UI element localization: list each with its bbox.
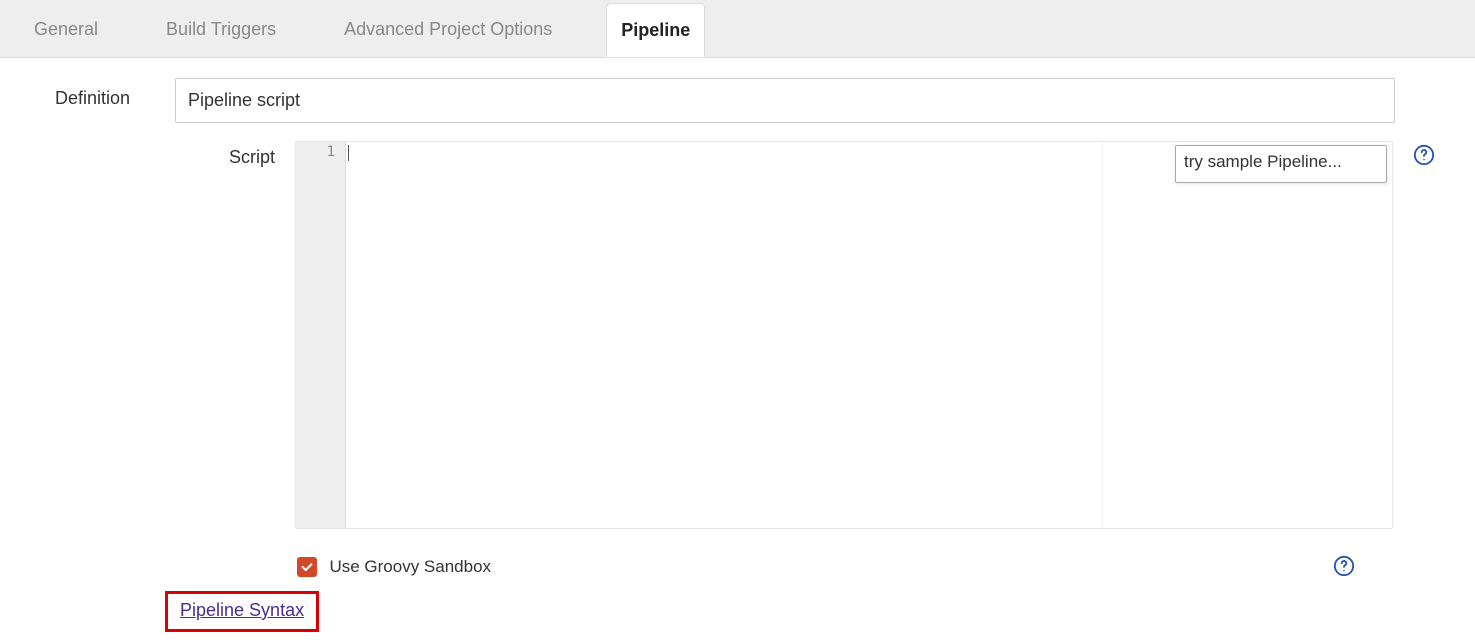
try-sample-pipeline-dropdown[interactable]: try sample Pipeline... [1175,145,1387,183]
tab-general[interactable]: General [20,3,112,55]
script-editor[interactable]: 1 try sample Pipeline... [295,141,1393,529]
help-icon[interactable] [1413,144,1435,166]
editor-cursor [348,145,349,161]
definition-label: Definition [55,78,175,109]
tab-advanced-project-options[interactable]: Advanced Project Options [330,3,566,55]
definition-row: Definition [55,78,1445,123]
sandbox-row: Use Groovy Sandbox [55,557,1445,577]
script-label: Script [55,141,295,168]
definition-select[interactable] [175,78,1395,123]
tab-build-triggers[interactable]: Build Triggers [152,3,290,55]
help-icon[interactable] [1333,555,1355,577]
sandbox-field: Use Groovy Sandbox [297,557,1445,577]
script-editor-wrap: 1 try sample Pipeline... [295,141,1393,529]
definition-field-wrap [175,78,1445,123]
pipeline-syntax-link[interactable]: Pipeline Syntax [180,600,304,620]
code-area[interactable] [346,142,1392,528]
editor-gutter: 1 [296,142,346,528]
use-groovy-sandbox-checkbox[interactable] [297,557,317,577]
tab-bar: General Build Triggers Advanced Project … [0,0,1475,58]
pipeline-syntax-row: Pipeline Syntax [165,591,1445,632]
pipeline-syntax-highlight-box: Pipeline Syntax [165,591,319,632]
script-row: Script 1 try sample Pipeline... [55,141,1445,529]
tab-pipeline[interactable]: Pipeline [606,3,705,57]
check-icon [300,560,314,574]
editor-right-margin [1102,142,1103,528]
use-groovy-sandbox-label: Use Groovy Sandbox [329,557,491,576]
content-area: Definition Script 1 try sample Pipeline.… [0,58,1475,642]
